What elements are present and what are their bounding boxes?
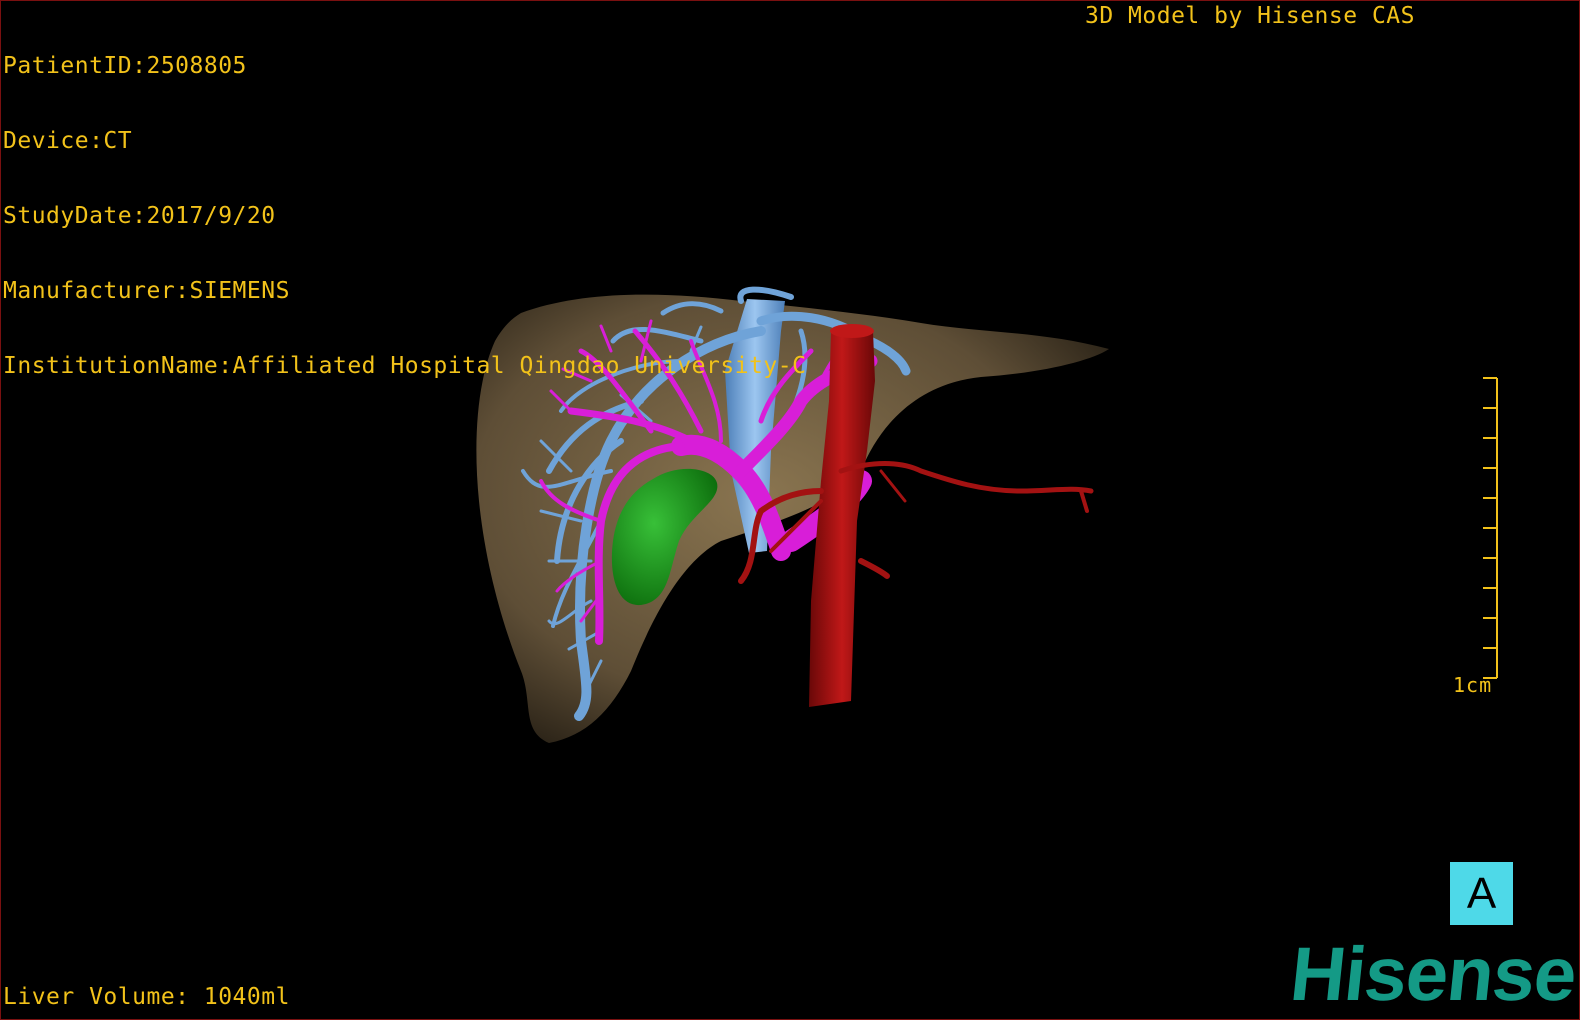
hisense-logo: Hisense [1286, 932, 1580, 1017]
study-date-text: StudyDate:2017/9/20 [3, 203, 276, 229]
device-text: Device:CT [3, 128, 133, 154]
scale-bar-label: 1cm [1453, 673, 1493, 697]
3d-viewport[interactable]: PatientID:2508805 Device:CT StudyDate:20… [0, 0, 1580, 1020]
manufacturer-text: Manufacturer:SIEMENS [3, 278, 290, 304]
orientation-indicator: A [1450, 862, 1513, 925]
study-info-overlay: PatientID:2508805 Device:CT StudyDate:20… [3, 4, 806, 429]
model-credit-text: 3D Model by Hisense CAS [1085, 3, 1415, 29]
institution-text: InstitutionName:Affiliated Hospital Qing… [3, 353, 807, 379]
patient-id-text: PatientID:2508805 [3, 53, 247, 79]
liver-volume-text: Liver Volume: 1040ml [3, 984, 290, 1010]
scale-bar [1483, 377, 1498, 679]
